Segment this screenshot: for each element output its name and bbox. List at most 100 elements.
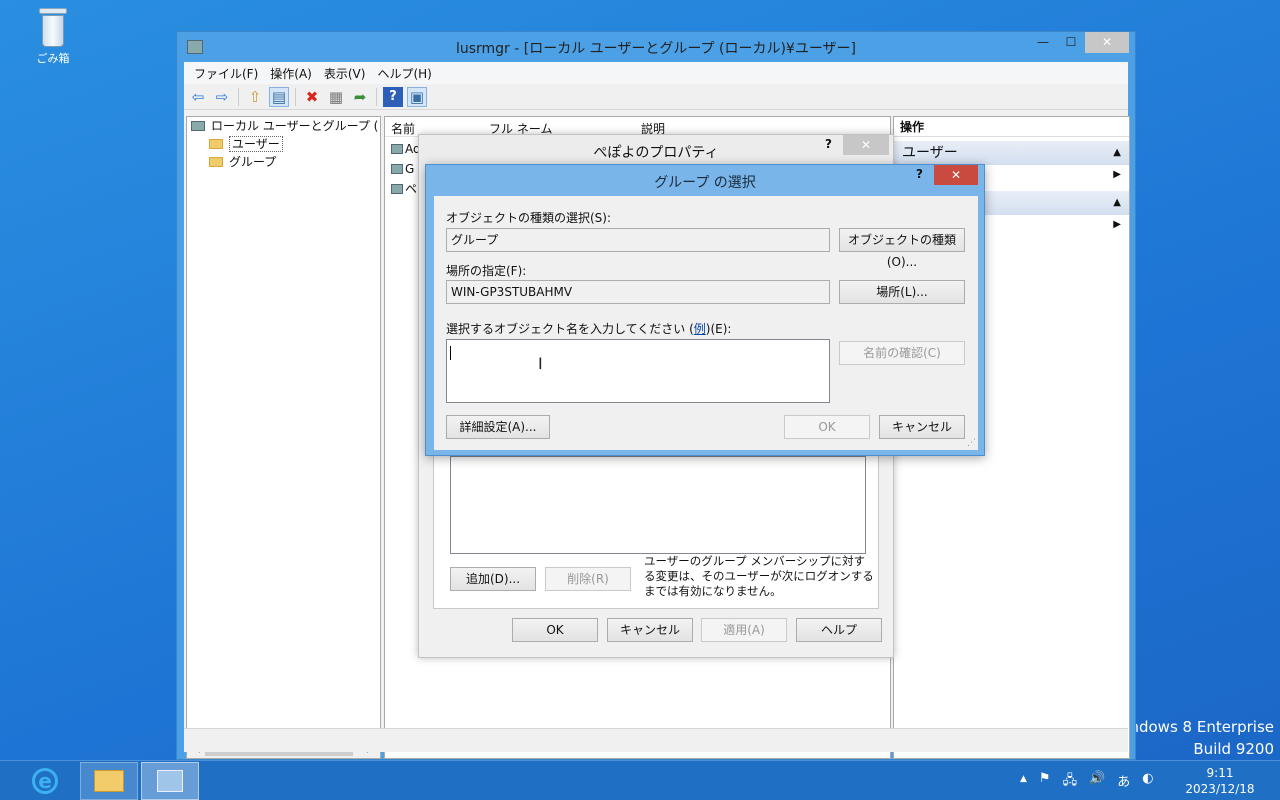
object-type-field: グループ (446, 228, 830, 252)
select-groups-dialog: グループ の選択 ? ✕ オブジェクトの種類の選択(S): グループ オブジェク… (425, 164, 985, 456)
folder-icon (209, 139, 223, 149)
toolbar: ⇦ ⇨ ⇧ ▤ ✖ ▦ ➦ ? ▣ (184, 84, 1128, 110)
tree-item-label: ユーザー (229, 136, 283, 152)
menu-bar: ファイル(F) 操作(A) 表示(V) ヘルプ(H) (184, 62, 1128, 84)
user-icon (391, 164, 403, 174)
object-names-input[interactable]: I (446, 339, 830, 403)
clock-time: 9:11 (1206, 766, 1234, 780)
export-icon[interactable]: ➦ (350, 87, 370, 107)
dialog-title: グループ の選択 (654, 175, 756, 191)
dialog-body: オブジェクトの種類の選択(S): グループ オブジェクトの種類(O)... 場所… (434, 196, 978, 450)
ok-button[interactable]: OK (512, 618, 598, 642)
menu-view[interactable]: 表示(V) (318, 62, 372, 84)
help-glyph-icon[interactable]: ? (825, 137, 832, 151)
tree-pane: ローカル ユーザーとグループ (ローカル) ユーザー グループ < > (186, 116, 381, 759)
actions-section-users[interactable]: ユーザー ▲ (894, 141, 1129, 165)
help-icon[interactable]: ? (383, 86, 403, 107)
taskbar-internet-explorer[interactable]: e (16, 762, 74, 800)
ime-mode-label[interactable]: あ (1117, 771, 1130, 793)
list-item-label: ペ (405, 182, 418, 196)
close-button[interactable]: ✕ (934, 165, 978, 185)
system-tray: ▲ ⚑ 🖧 🔊 あ ◐ (1020, 771, 1154, 793)
console-icon[interactable]: ▣ (407, 86, 427, 107)
tree-item-groups[interactable]: グループ (187, 153, 380, 171)
resize-grip-icon[interactable]: ⋰ (967, 438, 976, 448)
menu-action[interactable]: 操作(A) (264, 62, 318, 84)
object-types-button[interactable]: オブジェクトの種類(O)... (839, 228, 965, 269)
clock-date: 2023/12/18 (1185, 782, 1255, 796)
taskbar-computer-management[interactable] (141, 762, 199, 800)
internet-explorer-icon: e (32, 768, 58, 794)
tree-root-label: ローカル ユーザーとグループ (ローカル) (211, 119, 380, 133)
taskbar: e ▲ ⚑ 🖧 🔊 あ ◐ 9:11 2023/12/18 (0, 760, 1280, 800)
status-bar (184, 728, 1128, 752)
check-names-button[interactable]: 名前の確認(C) (839, 341, 965, 365)
recycle-bin[interactable]: ごみ箱 (28, 8, 78, 66)
submenu-arrow-icon: ▶ (1113, 169, 1121, 180)
cancel-button[interactable]: キャンセル (879, 415, 965, 439)
windows-watermark: ndows 8 Enterprise Build 9200 (1129, 716, 1274, 760)
apply-button[interactable]: 適用(A) (701, 618, 787, 642)
location-label: 場所の指定(F): (446, 264, 527, 278)
show-tree-icon[interactable]: ▤ (269, 86, 289, 107)
menu-file[interactable]: ファイル(F) (188, 62, 264, 84)
users-groups-icon (191, 121, 205, 131)
toolbar-separator (376, 87, 377, 106)
advanced-button[interactable]: 詳細設定(A)... (446, 415, 550, 439)
object-type-label: オブジェクトの種類の選択(S): (446, 211, 612, 225)
actions-section-label: ユーザー (902, 145, 958, 161)
actions-header: 操作 (894, 117, 1129, 137)
maximize-button[interactable]: ☐ (1057, 32, 1085, 53)
menu-help[interactable]: ヘルプ(H) (371, 62, 437, 84)
back-arrow-icon[interactable]: ⇦ (188, 87, 208, 107)
tree-root[interactable]: ローカル ユーザーとグループ (ローカル) (187, 117, 380, 135)
watermark-build: Build 9200 (1193, 740, 1274, 758)
cancel-button[interactable]: キャンセル (607, 618, 693, 642)
close-button[interactable]: ✕ (1085, 32, 1129, 53)
collapse-icon[interactable]: ▲ (1113, 191, 1121, 215)
toolbar-separator (238, 87, 239, 106)
up-folder-icon[interactable]: ⇧ (245, 87, 265, 107)
dialog-titlebar[interactable]: ぺぽよのプロパティ ? ✕ (419, 135, 893, 165)
examples-link[interactable]: 例 (694, 322, 706, 336)
object-names-label-text: 選択するオブジェクト名を入力してください ( (446, 322, 694, 336)
add-button[interactable]: 追加(D)... (450, 567, 536, 591)
properties-icon[interactable]: ▦ (326, 87, 346, 107)
folder-icon (209, 157, 223, 167)
volume-icon[interactable]: 🔊 (1089, 771, 1105, 793)
toolbar-separator (295, 87, 296, 106)
show-hidden-icons-icon[interactable]: ▲ (1020, 771, 1027, 793)
action-center-flag-icon[interactable]: ⚑ (1039, 771, 1051, 793)
ibeam-cursor-icon: I (538, 354, 543, 373)
ime-toggle-icon[interactable]: ◐ (1142, 771, 1153, 793)
remove-button[interactable]: 削除(R) (545, 567, 631, 591)
tree-item-label: グループ (229, 155, 277, 169)
network-icon[interactable]: 🖧 (1063, 771, 1078, 793)
ok-button[interactable]: OK (784, 415, 870, 439)
recycle-bin-label: ごみ箱 (36, 52, 70, 65)
tree-item-users[interactable]: ユーザー (187, 135, 380, 153)
list-item-label: G (405, 162, 415, 176)
object-names-label-suffix: )(E): (705, 322, 732, 336)
close-button[interactable]: ✕ (843, 135, 889, 155)
folder-icon (94, 770, 124, 792)
help-glyph-icon[interactable]: ? (916, 167, 923, 181)
collapse-icon[interactable]: ▲ (1113, 141, 1121, 165)
forward-arrow-icon[interactable]: ⇨ (212, 87, 232, 107)
help-button[interactable]: ヘルプ (796, 618, 882, 642)
taskbar-file-explorer[interactable] (80, 762, 138, 800)
submenu-arrow-icon: ▶ (1113, 219, 1121, 230)
text-caret (450, 346, 451, 360)
locations-button[interactable]: 場所(L)... (839, 280, 965, 304)
dialog-titlebar[interactable]: グループ の選択 ? ✕ (426, 165, 984, 195)
window-titlebar[interactable]: lusrmgr - [ローカル ユーザーとグループ (ローカル)¥ユーザー] —… (177, 32, 1135, 62)
member-of-list[interactable] (450, 456, 866, 554)
computer-management-icon (157, 770, 183, 792)
user-icon (391, 144, 403, 154)
user-icon (391, 184, 403, 194)
clock[interactable]: 9:11 2023/12/18 (1180, 765, 1260, 797)
delete-icon[interactable]: ✖ (302, 87, 322, 107)
membership-note: ユーザーのグループ メンバーシップに対する変更は、そのユーザーが次にログオンする… (644, 554, 874, 598)
minimize-button[interactable]: — (1029, 32, 1057, 53)
location-field: WIN-GP3STUBAHMV (446, 280, 830, 304)
